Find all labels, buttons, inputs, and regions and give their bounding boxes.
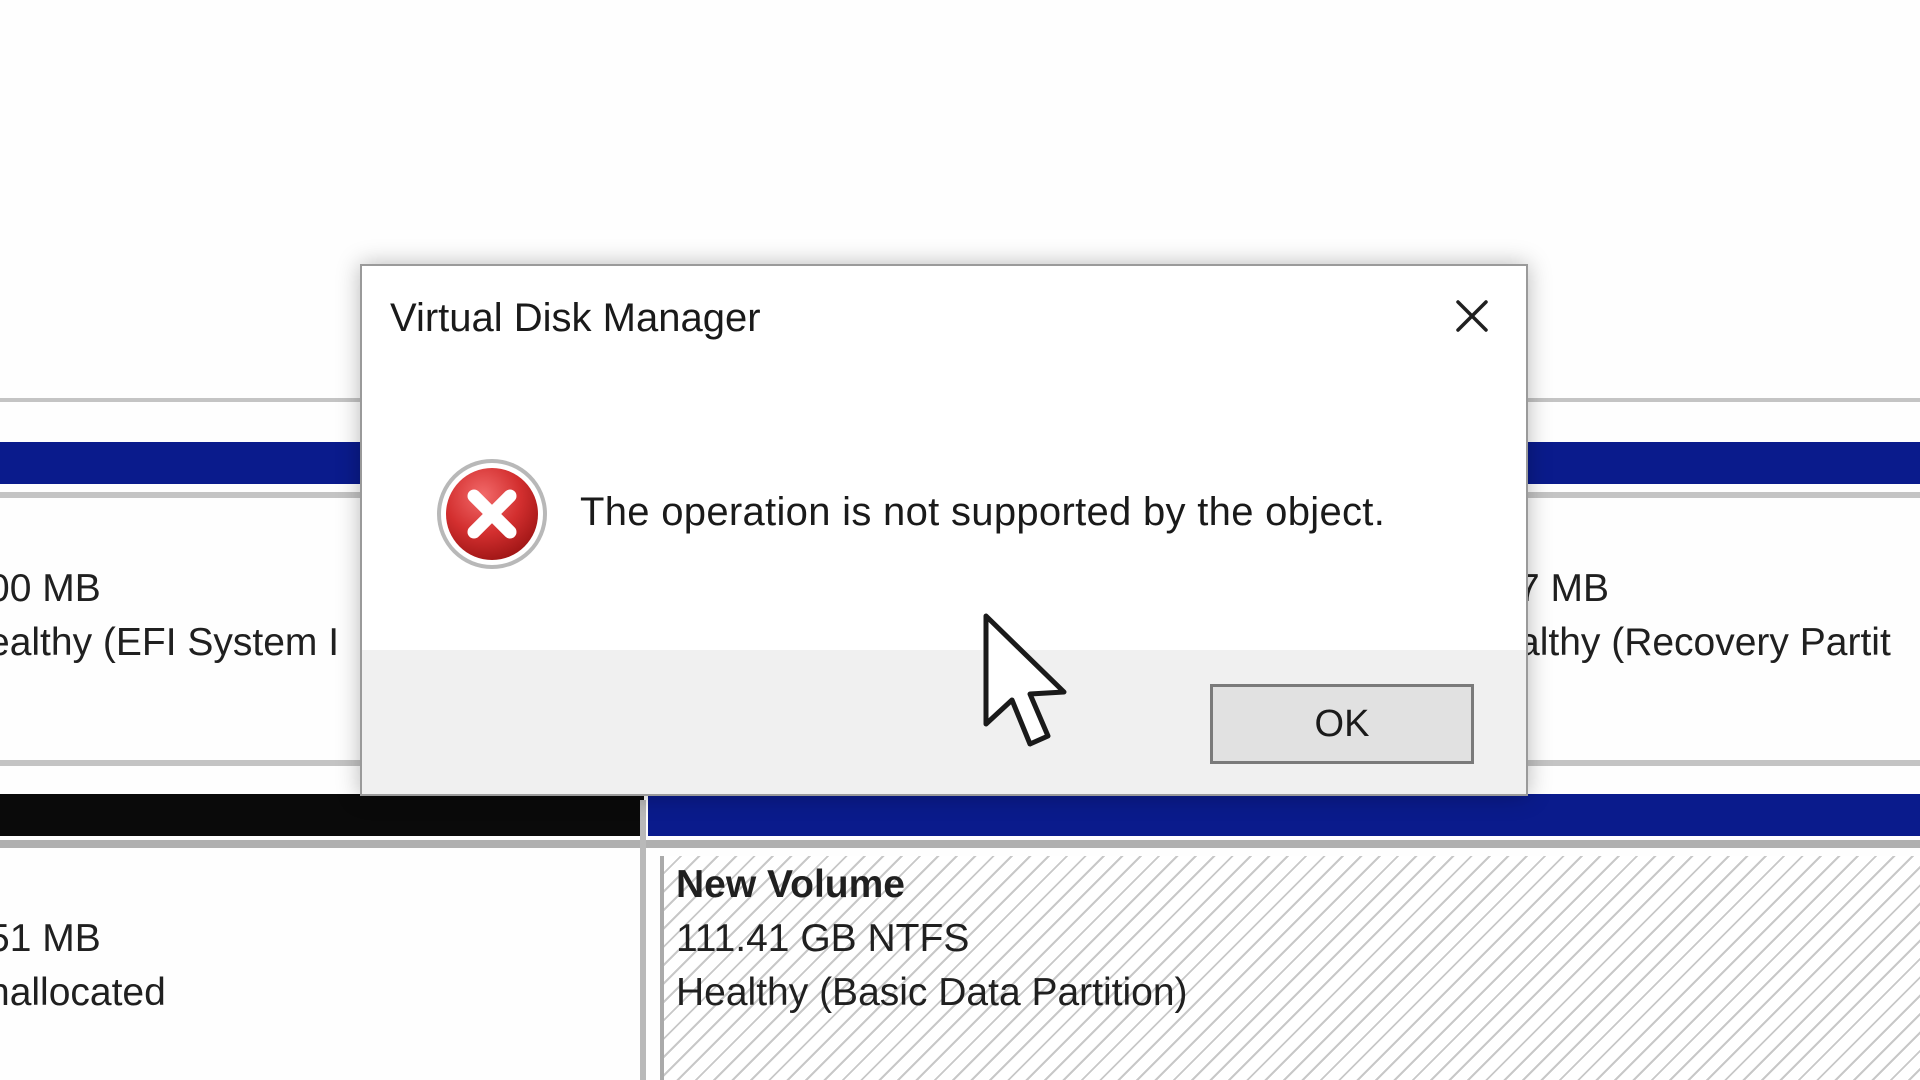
ok-button[interactable]: OK [1210,684,1474,764]
partition-recovery[interactable]: 7 MB althy (Recovery Partit [1518,562,1920,680]
screen: 00 MB ealthy (EFI System I 7 MB althy (R… [0,0,1920,1080]
partition-size: 111.41 GB NTFS [676,917,970,960]
dialog-footer: OK [362,650,1526,794]
close-icon [1456,300,1488,332]
partition-efi-system[interactable]: 00 MB ealthy (EFI System I [0,562,348,680]
partition-status: ealthy (EFI System I [0,621,340,664]
partition-status: Healthy (Basic Data Partition) [676,971,1188,1014]
error-message: The operation is not supported by the ob… [580,490,1386,534]
partition-divider [640,800,646,1080]
partition-new-volume[interactable]: New Volume 111.41 GB NTFS Healthy (Basic… [676,858,1676,1020]
close-button[interactable] [1440,284,1504,348]
partition-size: 7 MB [1518,567,1610,610]
partition-status: althy (Recovery Partit [1518,621,1891,664]
volume-name: New Volume [676,863,905,906]
partition-status: nallocated [0,971,166,1014]
partition-size: 51 MB [0,917,101,960]
partition-bar-unallocated [0,794,644,836]
partition-unallocated[interactable]: 51 MB nallocated [0,912,608,1030]
error-icon [434,456,550,572]
partition-size: 00 MB [0,567,101,610]
partition-bar-new-volume [648,794,1920,836]
error-dialog: Virtual Disk Manager The operation is no… [360,264,1528,796]
dialog-title: Virtual Disk Manager [390,296,761,340]
partition-bar-bottom-edge [0,840,1920,848]
